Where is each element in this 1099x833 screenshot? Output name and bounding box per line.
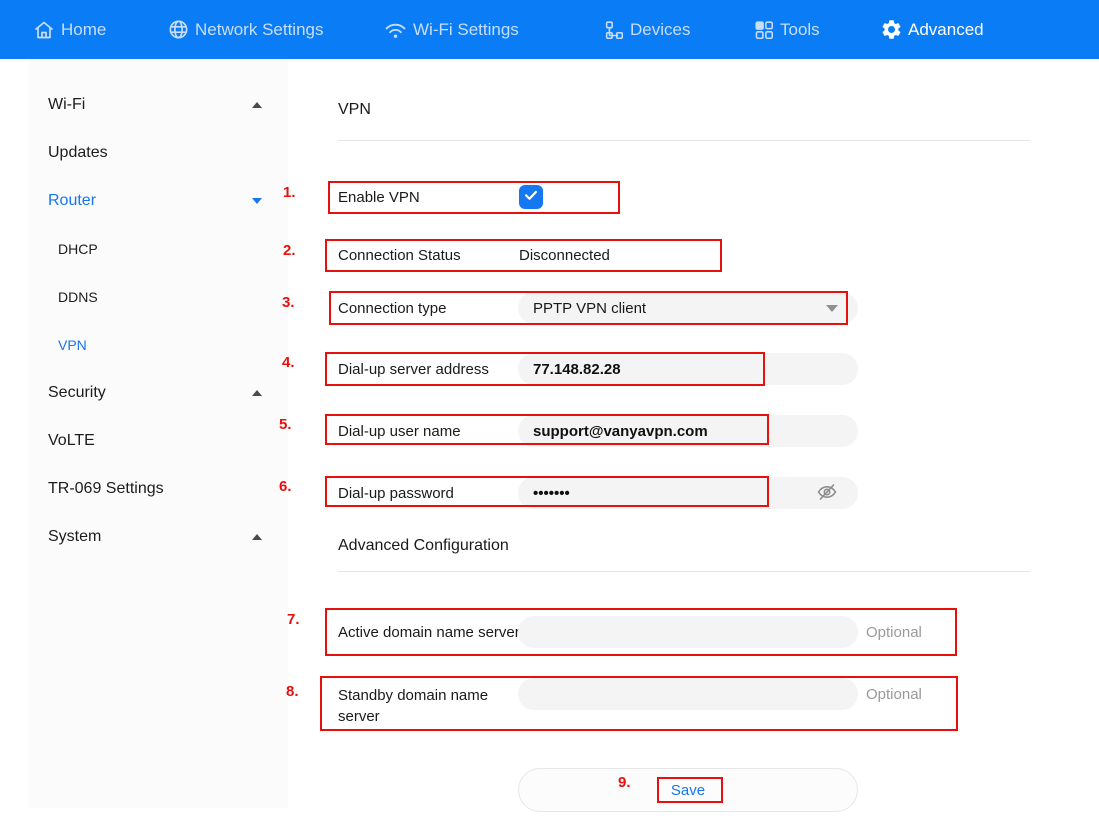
active-dns-label: Active domain name server — [338, 624, 520, 641]
annotation-number-7: 7. — [287, 611, 300, 628]
nav-item-advanced[interactable]: Advanced — [880, 0, 984, 59]
enable-vpn-label: Enable VPN — [338, 189, 420, 206]
chevron-up-icon — [252, 390, 262, 396]
sidebar-item-volte[interactable]: VoLTE — [29, 417, 288, 465]
top-navigation-bar: Home Network Settings Wi-Fi Settings — [0, 0, 1099, 59]
nav-item-label: Wi-Fi Settings — [413, 20, 519, 40]
user-name-label: Dial-up user name — [338, 423, 461, 440]
user-name-input[interactable] — [533, 423, 843, 440]
connection-type-select[interactable]: PPTP VPN client — [518, 292, 858, 324]
sidebar-item-label: DDNS — [58, 289, 98, 305]
nav-item-wifi-settings[interactable]: Wi-Fi Settings — [383, 0, 519, 59]
nav-item-devices[interactable]: Devices — [603, 0, 690, 59]
chevron-up-icon — [252, 102, 262, 108]
sidebar-item-label: Router — [48, 192, 96, 210]
sidebar-item-router[interactable]: Router — [29, 177, 288, 225]
sidebar-item-label: DHCP — [58, 241, 98, 257]
sidebar-item-wifi[interactable]: Wi-Fi — [29, 81, 288, 129]
tools-icon — [753, 19, 775, 41]
server-address-input[interactable] — [533, 361, 843, 378]
standby-dns-optional-hint: Optional — [866, 686, 922, 703]
nav-item-tools[interactable]: Tools — [753, 0, 820, 59]
sidebar: Wi-Fi Updates Router DHCP DDNS VPN Secur… — [29, 59, 288, 808]
active-dns-optional-hint: Optional — [866, 624, 922, 641]
connection-status-value: Disconnected — [519, 247, 610, 264]
sidebar-item-label: VoLTE — [48, 432, 95, 450]
chevron-down-icon — [826, 305, 838, 312]
password-input[interactable] — [533, 485, 843, 502]
standby-dns-input[interactable] — [533, 686, 843, 703]
sidebar-item-label: TR-069 Settings — [48, 480, 164, 498]
eye-off-icon — [815, 480, 839, 507]
toggle-password-visibility-button[interactable] — [812, 479, 842, 507]
sidebar-item-label: Security — [48, 384, 106, 402]
divider — [338, 140, 1030, 141]
sidebar-item-dhcp[interactable]: DHCP — [29, 225, 288, 273]
nav-item-label: Network Settings — [195, 20, 324, 40]
active-dns-input[interactable] — [533, 624, 843, 641]
server-address-pill — [518, 353, 858, 385]
sidebar-item-vpn[interactable]: VPN — [29, 321, 288, 369]
sidebar-item-label: VPN — [58, 337, 87, 353]
gear-icon — [880, 18, 903, 41]
password-pill — [518, 477, 858, 509]
active-dns-pill — [518, 616, 858, 648]
sidebar-item-label: Updates — [48, 144, 108, 162]
nav-item-label: Devices — [630, 20, 690, 40]
globe-icon — [167, 18, 190, 41]
nav-item-label: Home — [61, 20, 106, 40]
sidebar-item-label: Wi-Fi — [48, 96, 85, 114]
nav-item-home[interactable]: Home — [32, 0, 106, 59]
page-title: VPN — [338, 101, 371, 119]
server-address-label: Dial-up server address — [338, 361, 489, 378]
save-button[interactable]: Save — [518, 768, 858, 812]
enable-vpn-checkbox[interactable] — [519, 185, 543, 209]
sidebar-item-security[interactable]: Security — [29, 369, 288, 417]
standby-dns-label: Standby domain name server — [338, 685, 513, 727]
home-icon — [32, 18, 56, 42]
standby-dns-pill — [518, 678, 858, 710]
nav-item-network-settings[interactable]: Network Settings — [167, 0, 324, 59]
nav-item-label: Tools — [780, 20, 820, 40]
connection-type-value: PPTP VPN client — [533, 300, 646, 317]
wifi-icon — [383, 19, 408, 41]
nav-item-label: Advanced — [908, 20, 984, 40]
sidebar-item-system[interactable]: System — [29, 513, 288, 561]
sidebar-item-label: System — [48, 528, 101, 546]
connection-status-label: Connection Status — [338, 247, 461, 264]
sidebar-item-updates[interactable]: Updates — [29, 129, 288, 177]
sidebar-item-tr069[interactable]: TR-069 Settings — [29, 465, 288, 513]
checkmark-icon — [522, 186, 540, 209]
divider — [338, 571, 1030, 572]
chevron-down-icon — [252, 198, 262, 204]
devices-icon — [603, 19, 625, 41]
connection-type-label: Connection type — [338, 300, 446, 317]
sidebar-item-ddns[interactable]: DDNS — [29, 273, 288, 321]
section-title-advanced-configuration: Advanced Configuration — [338, 537, 509, 555]
password-label: Dial-up password — [338, 485, 454, 502]
chevron-up-icon — [252, 534, 262, 540]
user-name-pill — [518, 415, 858, 447]
